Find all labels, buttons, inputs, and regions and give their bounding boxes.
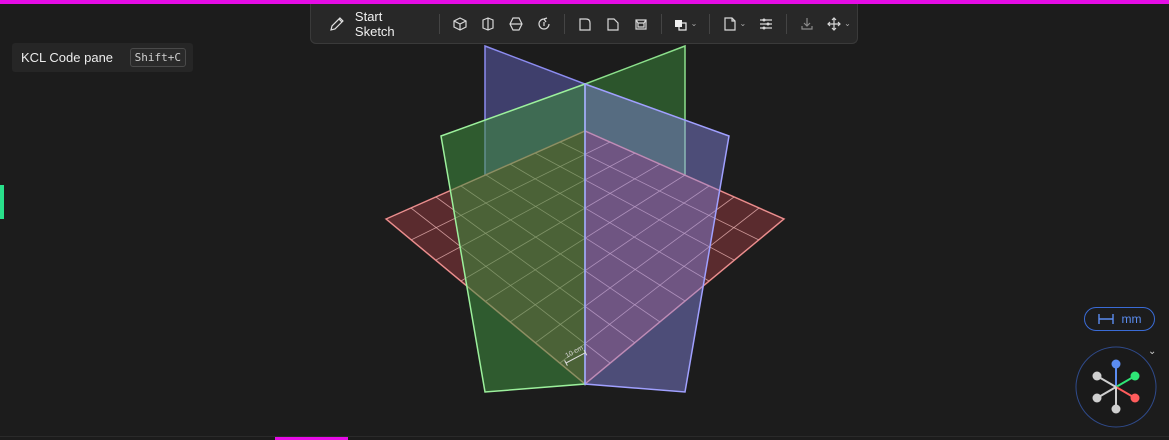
plane-icon	[723, 16, 736, 31]
plane-dropdown[interactable]: ⌄	[719, 13, 749, 35]
z-axis-handle	[1111, 359, 1121, 369]
fillet-icon	[579, 17, 591, 31]
units-label: mm	[1121, 312, 1142, 326]
units-button[interactable]: mm	[1084, 307, 1155, 331]
pencil-icon	[330, 16, 344, 31]
shell-icon	[635, 18, 647, 30]
pattern-button[interactable]	[755, 13, 777, 35]
kcl-pane-label: KCL Code pane	[21, 50, 114, 65]
xz-plane-front[interactable]	[440, 82, 586, 393]
chevron-down-icon: ⌄	[739, 19, 747, 28]
move-dropdown[interactable]: ⌄	[824, 13, 854, 35]
chevron-down-icon: ⌄	[690, 19, 698, 28]
sweep-button[interactable]	[477, 13, 499, 35]
toolbar-divider	[709, 13, 711, 34]
revolve-icon	[538, 16, 550, 30]
boolean-icon	[674, 19, 687, 31]
insert-button[interactable]	[796, 13, 818, 35]
chamfer-icon	[607, 17, 619, 31]
insert-icon	[801, 17, 813, 30]
loft-icon	[509, 16, 523, 31]
toolbar-divider	[439, 13, 441, 34]
fillet-button[interactable]	[574, 13, 596, 35]
loft-button[interactable]	[505, 13, 527, 35]
start-sketch-button[interactable]: Start Sketch	[321, 9, 433, 39]
yz-plane-front[interactable]	[584, 82, 730, 393]
toolbar-divider	[786, 13, 788, 34]
neg-y-axis-handle	[1092, 393, 1102, 403]
start-sketch-label: Start Sketch	[354, 8, 395, 39]
modeling-toolbar: Start Sketch ⌄ ⌄ ⌄	[310, 4, 858, 44]
chamfer-button[interactable]	[602, 13, 624, 35]
y-axis-handle	[1130, 371, 1140, 381]
extrude-button[interactable]	[449, 13, 471, 35]
keyboard-shortcut: Shift+C	[129, 48, 186, 67]
revolve-button[interactable]	[533, 13, 555, 35]
x-axis-handle	[1130, 393, 1140, 403]
shell-button[interactable]	[630, 13, 652, 35]
extrude-icon	[453, 16, 467, 31]
kcl-code-pane-tooltip: KCL Code pane Shift+C	[12, 43, 193, 72]
neg-x-axis-handle	[1092, 371, 1102, 381]
chevron-down-icon: ⌄	[844, 19, 851, 28]
toolbar-divider	[563, 13, 565, 34]
boolean-dropdown[interactable]: ⌄	[671, 13, 701, 35]
move-icon	[827, 16, 842, 31]
toolbar-divider	[660, 13, 662, 34]
pattern-icon	[760, 18, 773, 29]
ruler-icon	[1097, 314, 1114, 324]
axis-gizmo[interactable]	[1075, 346, 1157, 428]
sweep-icon	[482, 16, 494, 31]
neg-z-axis-handle	[1111, 404, 1121, 414]
